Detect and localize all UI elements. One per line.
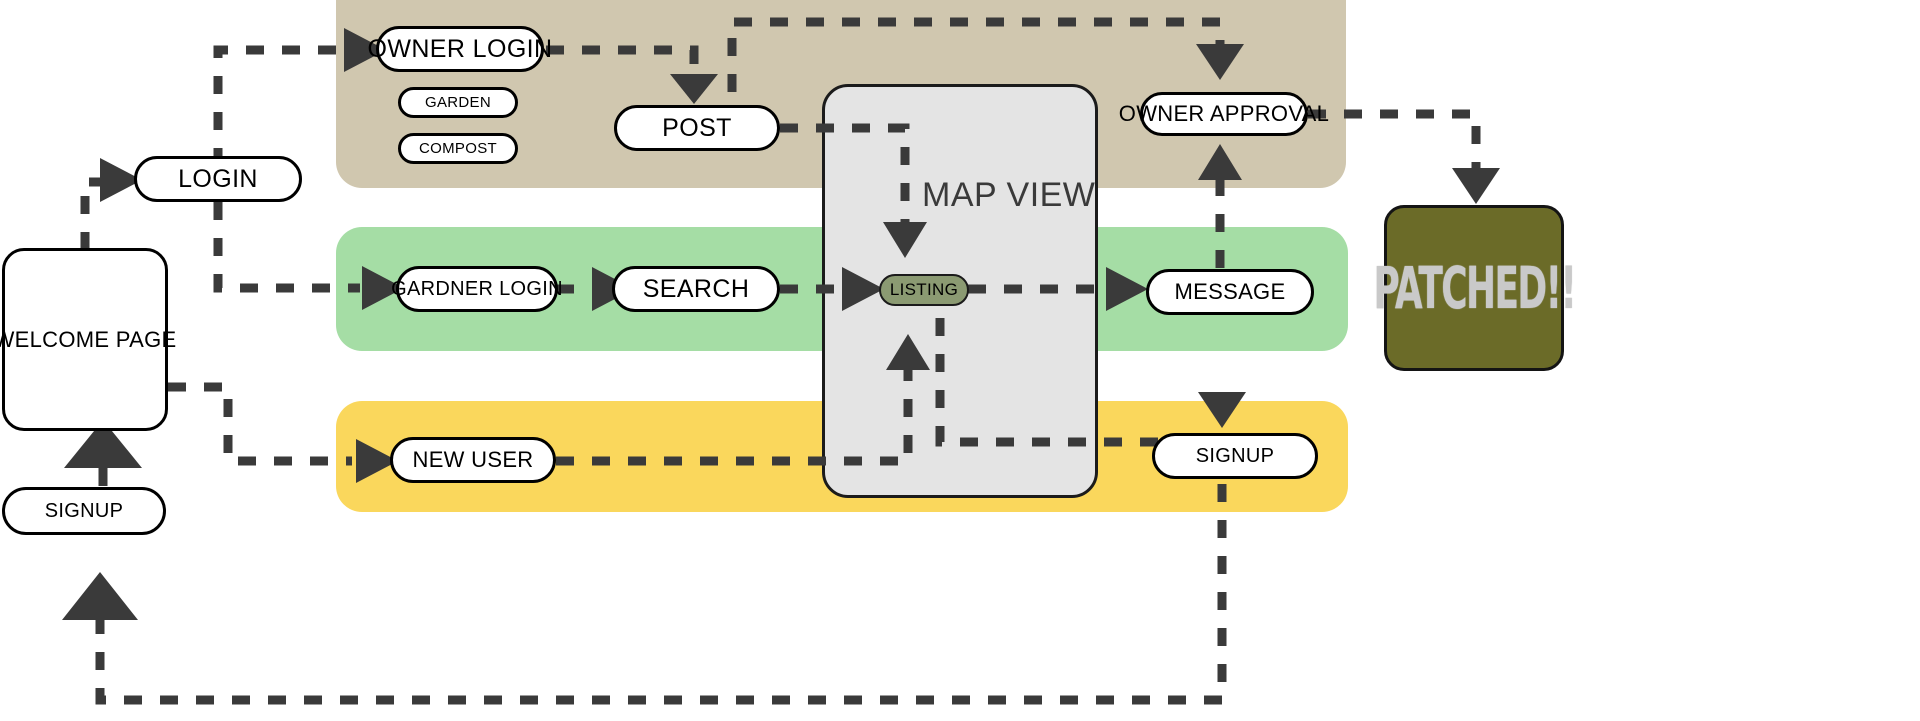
node-label-login: LOGIN: [178, 164, 258, 193]
conn-listing-to-signup-right: [935, 318, 1227, 447]
arrow-into-post: [670, 74, 718, 104]
node-login[interactable]: LOGIN: [134, 156, 302, 202]
arrow-into-listing: [842, 267, 884, 311]
conn-owner-approval-to-patched: [1308, 109, 1481, 168]
conn-welcome-to-newuser: [168, 382, 352, 466]
node-label-compost: COMPOST: [419, 140, 497, 157]
node-label-owner-login: OWNER LOGIN: [367, 34, 553, 63]
node-owner-login[interactable]: OWNER LOGIN: [368, 26, 552, 72]
conn-welcome-to-login: [80, 177, 100, 250]
node-label-signup-right: SIGNUP: [1195, 444, 1275, 467]
node-label-message: MESSAGE: [1174, 279, 1286, 304]
flowchart-canvas: MAP VIEW .dash{ fill:none; stroke:#3a3a3…: [0, 0, 1920, 721]
node-label-signup-left: SIGNUP: [44, 499, 124, 522]
node-label-post: POST: [662, 113, 732, 142]
node-label-owner-approval: OWNER APPROVAL: [1118, 101, 1330, 126]
node-search[interactable]: SEARCH: [612, 266, 780, 312]
node-patched[interactable]: PATCHED!!: [1373, 205, 1576, 371]
arrow-post-into-listing: [883, 222, 927, 258]
node-label-garden: GARDEN: [425, 94, 491, 111]
node-label-new-user: NEW USER: [412, 447, 534, 472]
node-gardner-login[interactable]: GARDNER LOGIN: [391, 266, 563, 312]
node-owner-approval[interactable]: OWNER APPROVAL: [1119, 92, 1329, 136]
node-signup-left[interactable]: SIGNUP: [2, 487, 166, 535]
connector-layer: .dash{ fill:none; stroke:#3a3a3a; stroke…: [62, 17, 1500, 705]
node-signup-right[interactable]: SIGNUP: [1152, 433, 1318, 479]
node-label-gardner-login: GARDNER LOGIN: [391, 277, 563, 300]
node-message[interactable]: MESSAGE: [1146, 269, 1314, 315]
arrow-up-into-owner-approval: [1198, 144, 1242, 180]
arrow-into-message: [1106, 267, 1148, 311]
arrow-into-patched: [1452, 168, 1500, 204]
conn-ownerlogin-to-post: [546, 45, 699, 74]
node-compost[interactable]: COMPOST: [398, 133, 518, 164]
conn-signup-right-to-signup-left: [95, 484, 1227, 705]
node-label-patched: PATCHED!!: [1373, 254, 1576, 322]
node-label-welcome-page: WELCOME PAGE: [0, 326, 177, 352]
conn-newuser-to-listing: [556, 370, 913, 466]
node-post[interactable]: POST: [614, 105, 780, 151]
arrow-into-signup-right: [1198, 392, 1246, 428]
arrow-into-owner-approval-top: [1196, 44, 1244, 80]
node-welcome-page[interactable]: WELCOME PAGE: [0, 248, 176, 431]
arrow-up-into-signup-left: [62, 572, 138, 620]
conn-login-to-gardner: [213, 202, 360, 293]
node-listing[interactable]: LISTING: [879, 274, 969, 306]
node-garden[interactable]: GARDEN: [398, 87, 518, 118]
conn-post-to-listing: [780, 123, 910, 222]
conn-top-rail-to-owner-approval: [727, 17, 1225, 92]
arrow-up-into-listing: [886, 334, 930, 370]
node-label-search: SEARCH: [642, 274, 750, 303]
node-label-listing: LISTING: [889, 280, 959, 299]
node-new-user[interactable]: NEW USER: [390, 437, 556, 483]
